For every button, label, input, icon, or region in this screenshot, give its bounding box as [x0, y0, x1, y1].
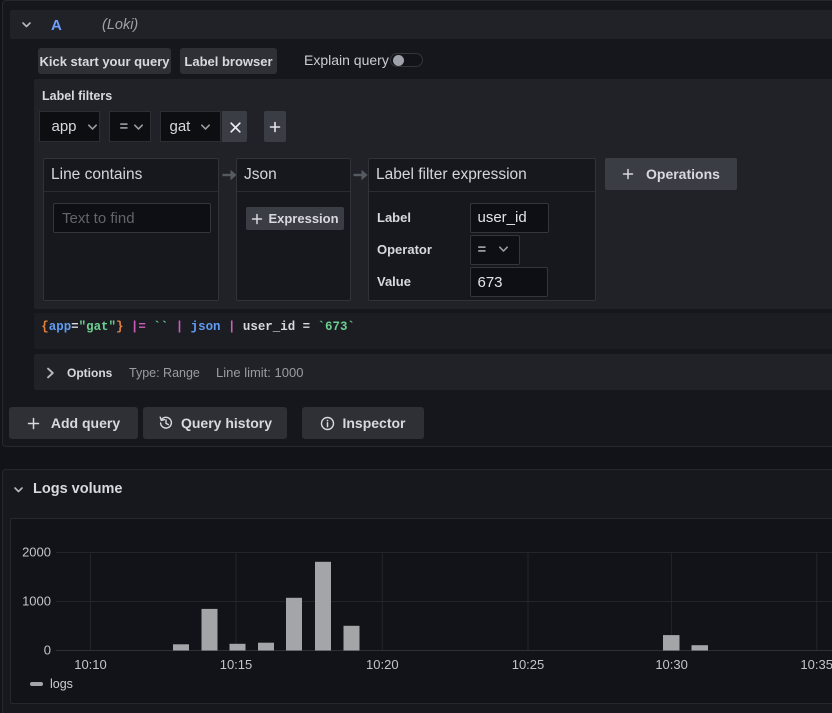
- svg-text:10:35: 10:35: [800, 657, 832, 672]
- svg-text:10:15: 10:15: [220, 657, 253, 672]
- svg-text:10:25: 10:25: [512, 657, 545, 672]
- svg-text:10:30: 10:30: [655, 657, 688, 672]
- svg-text:10:20: 10:20: [366, 657, 399, 672]
- svg-text:logs: logs: [50, 677, 73, 691]
- svg-text:10:10: 10:10: [74, 657, 107, 672]
- svg-text:2000: 2000: [22, 545, 51, 560]
- svg-text:0: 0: [44, 643, 51, 658]
- svg-text:1000: 1000: [22, 594, 51, 609]
